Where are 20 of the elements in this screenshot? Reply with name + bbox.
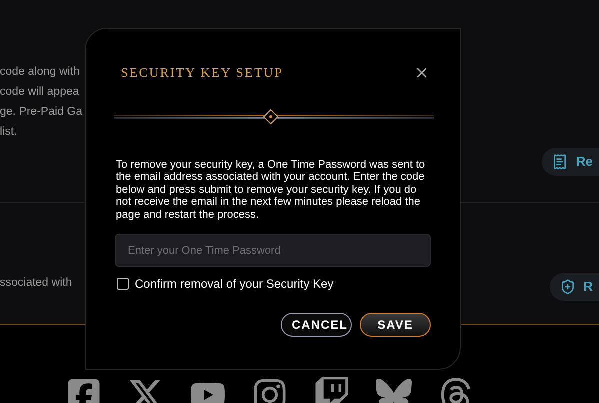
description-text: ge. Pre-Paid Ga bbox=[0, 105, 82, 120]
bluesky-icon[interactable] bbox=[376, 377, 412, 403]
register-button[interactable]: R bbox=[550, 273, 599, 301]
shield-icon bbox=[560, 279, 576, 295]
description-text: code will appea bbox=[0, 85, 80, 100]
description-text: code along with bbox=[0, 65, 80, 80]
instagram-icon[interactable] bbox=[252, 377, 288, 403]
receipt-icon bbox=[552, 154, 568, 170]
confirm-checkbox[interactable] bbox=[117, 278, 129, 290]
key-text: ssociated with bbox=[0, 277, 72, 289]
modal-title: SECURITY KEY SETUP bbox=[121, 64, 284, 82]
instructions-text: To remove your security key, a One Time Password was sent to the email address associated with your account. Enter the code below and press submit to remove your security key. If you do not receive the email in the next few minutes please reload the page and restart the process. bbox=[116, 158, 426, 222]
description-text: list. bbox=[0, 125, 18, 140]
otp-input-field[interactable]: Enter your One Time Password bbox=[115, 234, 431, 268]
confirm-label: Confirm removal of your Security Key bbox=[135, 276, 334, 294]
cancel-button[interactable]: CANCEL bbox=[281, 313, 352, 338]
twitch-icon[interactable] bbox=[314, 377, 350, 403]
facebook-icon[interactable] bbox=[66, 377, 102, 403]
save-button[interactable]: SAVE bbox=[360, 313, 431, 338]
receipt-button[interactable]: Re bbox=[542, 148, 599, 176]
